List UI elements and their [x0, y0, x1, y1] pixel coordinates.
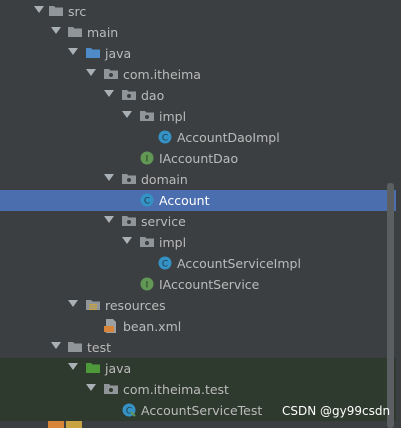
tree-node-label: domain — [141, 172, 188, 187]
folder-icon — [49, 6, 63, 16]
vertical-scrollbar[interactable] — [387, 183, 394, 428]
tree-node-class-account-dao-impl[interactable]: C AccountDaoImpl — [0, 127, 396, 148]
tree-node-label: AccountServiceImpl — [177, 256, 301, 271]
tree-node-label: AccountServiceTest — [141, 403, 263, 418]
watermark: CSDN @gy99csdn — [282, 404, 391, 418]
test-source-folder-icon — [86, 363, 100, 373]
chevron-down-icon[interactable] — [51, 342, 61, 349]
tree-node-java-main[interactable]: java — [0, 43, 396, 64]
chevron-down-icon[interactable] — [51, 27, 61, 34]
svg-text:C: C — [144, 197, 150, 207]
tree-node-label: impl — [159, 109, 187, 124]
tree-node-label: service — [141, 214, 186, 229]
chevron-down-icon[interactable] — [104, 216, 114, 223]
tree-node-resources[interactable]: resources — [0, 295, 396, 316]
tree-node-label: main — [87, 25, 119, 40]
tree-node-label: IAccountService — [159, 277, 260, 292]
package-icon — [122, 90, 136, 100]
tree-node-label: IAccountDao — [159, 151, 239, 166]
tree-node-label: impl — [159, 235, 187, 250]
tree-node-test[interactable]: test — [0, 337, 396, 358]
chevron-down-icon[interactable] — [122, 237, 132, 244]
tree-node-label: java — [105, 361, 132, 376]
partial-file-icon — [48, 421, 64, 428]
tree-node-package-dao-impl[interactable]: impl — [0, 106, 396, 127]
tree-node-file-bean-xml[interactable]: bean.xml — [0, 316, 396, 337]
package-icon — [104, 384, 118, 394]
folder-icon — [68, 342, 82, 352]
interface-icon: I — [140, 277, 154, 291]
class-icon: C — [158, 256, 172, 270]
package-icon — [104, 69, 118, 79]
tree-node-package-service[interactable]: service — [0, 211, 396, 232]
chevron-down-icon[interactable] — [68, 48, 78, 55]
svg-text:C: C — [162, 134, 168, 144]
tree-node-main[interactable]: main — [0, 22, 396, 43]
tree-node-label: java — [105, 46, 132, 61]
tree-node-src[interactable]: src — [0, 1, 396, 22]
package-icon — [140, 111, 154, 121]
svg-text:C: C — [162, 260, 168, 270]
test-class-icon: C — [122, 403, 136, 417]
class-icon: C — [140, 193, 154, 207]
tree-node-label: com.itheima.test — [123, 382, 229, 397]
folder-icon — [68, 27, 82, 37]
tree-node-java-test[interactable]: java — [0, 358, 396, 379]
tree-node-label: com.itheima — [123, 67, 201, 82]
chevron-down-icon[interactable] — [86, 384, 96, 391]
source-folder-icon — [86, 48, 100, 58]
svg-text:I: I — [146, 281, 149, 291]
partial-file-icon — [66, 421, 82, 428]
tree-node-interface-iaccount-dao[interactable]: I IAccountDao — [0, 148, 396, 169]
tree-node-label: resources — [105, 298, 166, 313]
chevron-down-icon[interactable] — [104, 174, 114, 181]
tree-node-package-com-itheima-test[interactable]: com.itheima.test — [0, 379, 396, 400]
project-tree: src main java com.itheima dao impl C Acc… — [0, 0, 401, 428]
chevron-down-icon[interactable] — [122, 111, 132, 118]
svg-text:I: I — [146, 155, 149, 165]
tree-node-package-com-itheima[interactable]: com.itheima — [0, 64, 396, 85]
chevron-down-icon[interactable] — [68, 300, 78, 307]
tree-node-label: bean.xml — [123, 319, 182, 334]
tree-node-label: dao — [141, 88, 165, 103]
package-icon — [122, 174, 136, 184]
chevron-down-icon[interactable] — [104, 90, 114, 97]
chevron-down-icon[interactable] — [68, 363, 78, 370]
chevron-down-icon[interactable] — [86, 69, 96, 76]
xml-file-icon — [104, 319, 116, 333]
tree-node-package-domain[interactable]: domain — [0, 169, 396, 190]
package-icon — [122, 216, 136, 226]
class-icon: C — [158, 130, 172, 144]
tree-node-package-service-impl[interactable]: impl — [0, 232, 396, 253]
tree-node-label: AccountDaoImpl — [177, 130, 280, 145]
package-icon — [140, 237, 154, 247]
tree-node-label: src — [68, 4, 87, 19]
svg-text:C: C — [126, 407, 132, 417]
tree-node-package-dao[interactable]: dao — [0, 85, 396, 106]
chevron-down-icon[interactable] — [34, 6, 44, 13]
resources-folder-icon — [86, 300, 100, 310]
tree-node-interface-iaccount-service[interactable]: I IAccountService — [0, 274, 396, 295]
tree-node-class-account[interactable]: C Account — [0, 190, 396, 211]
tree-node-label: test — [87, 340, 112, 355]
tree-node-label: Account — [159, 193, 210, 208]
tree-node-class-account-service-impl[interactable]: C AccountServiceImpl — [0, 253, 396, 274]
interface-icon: I — [140, 151, 154, 165]
